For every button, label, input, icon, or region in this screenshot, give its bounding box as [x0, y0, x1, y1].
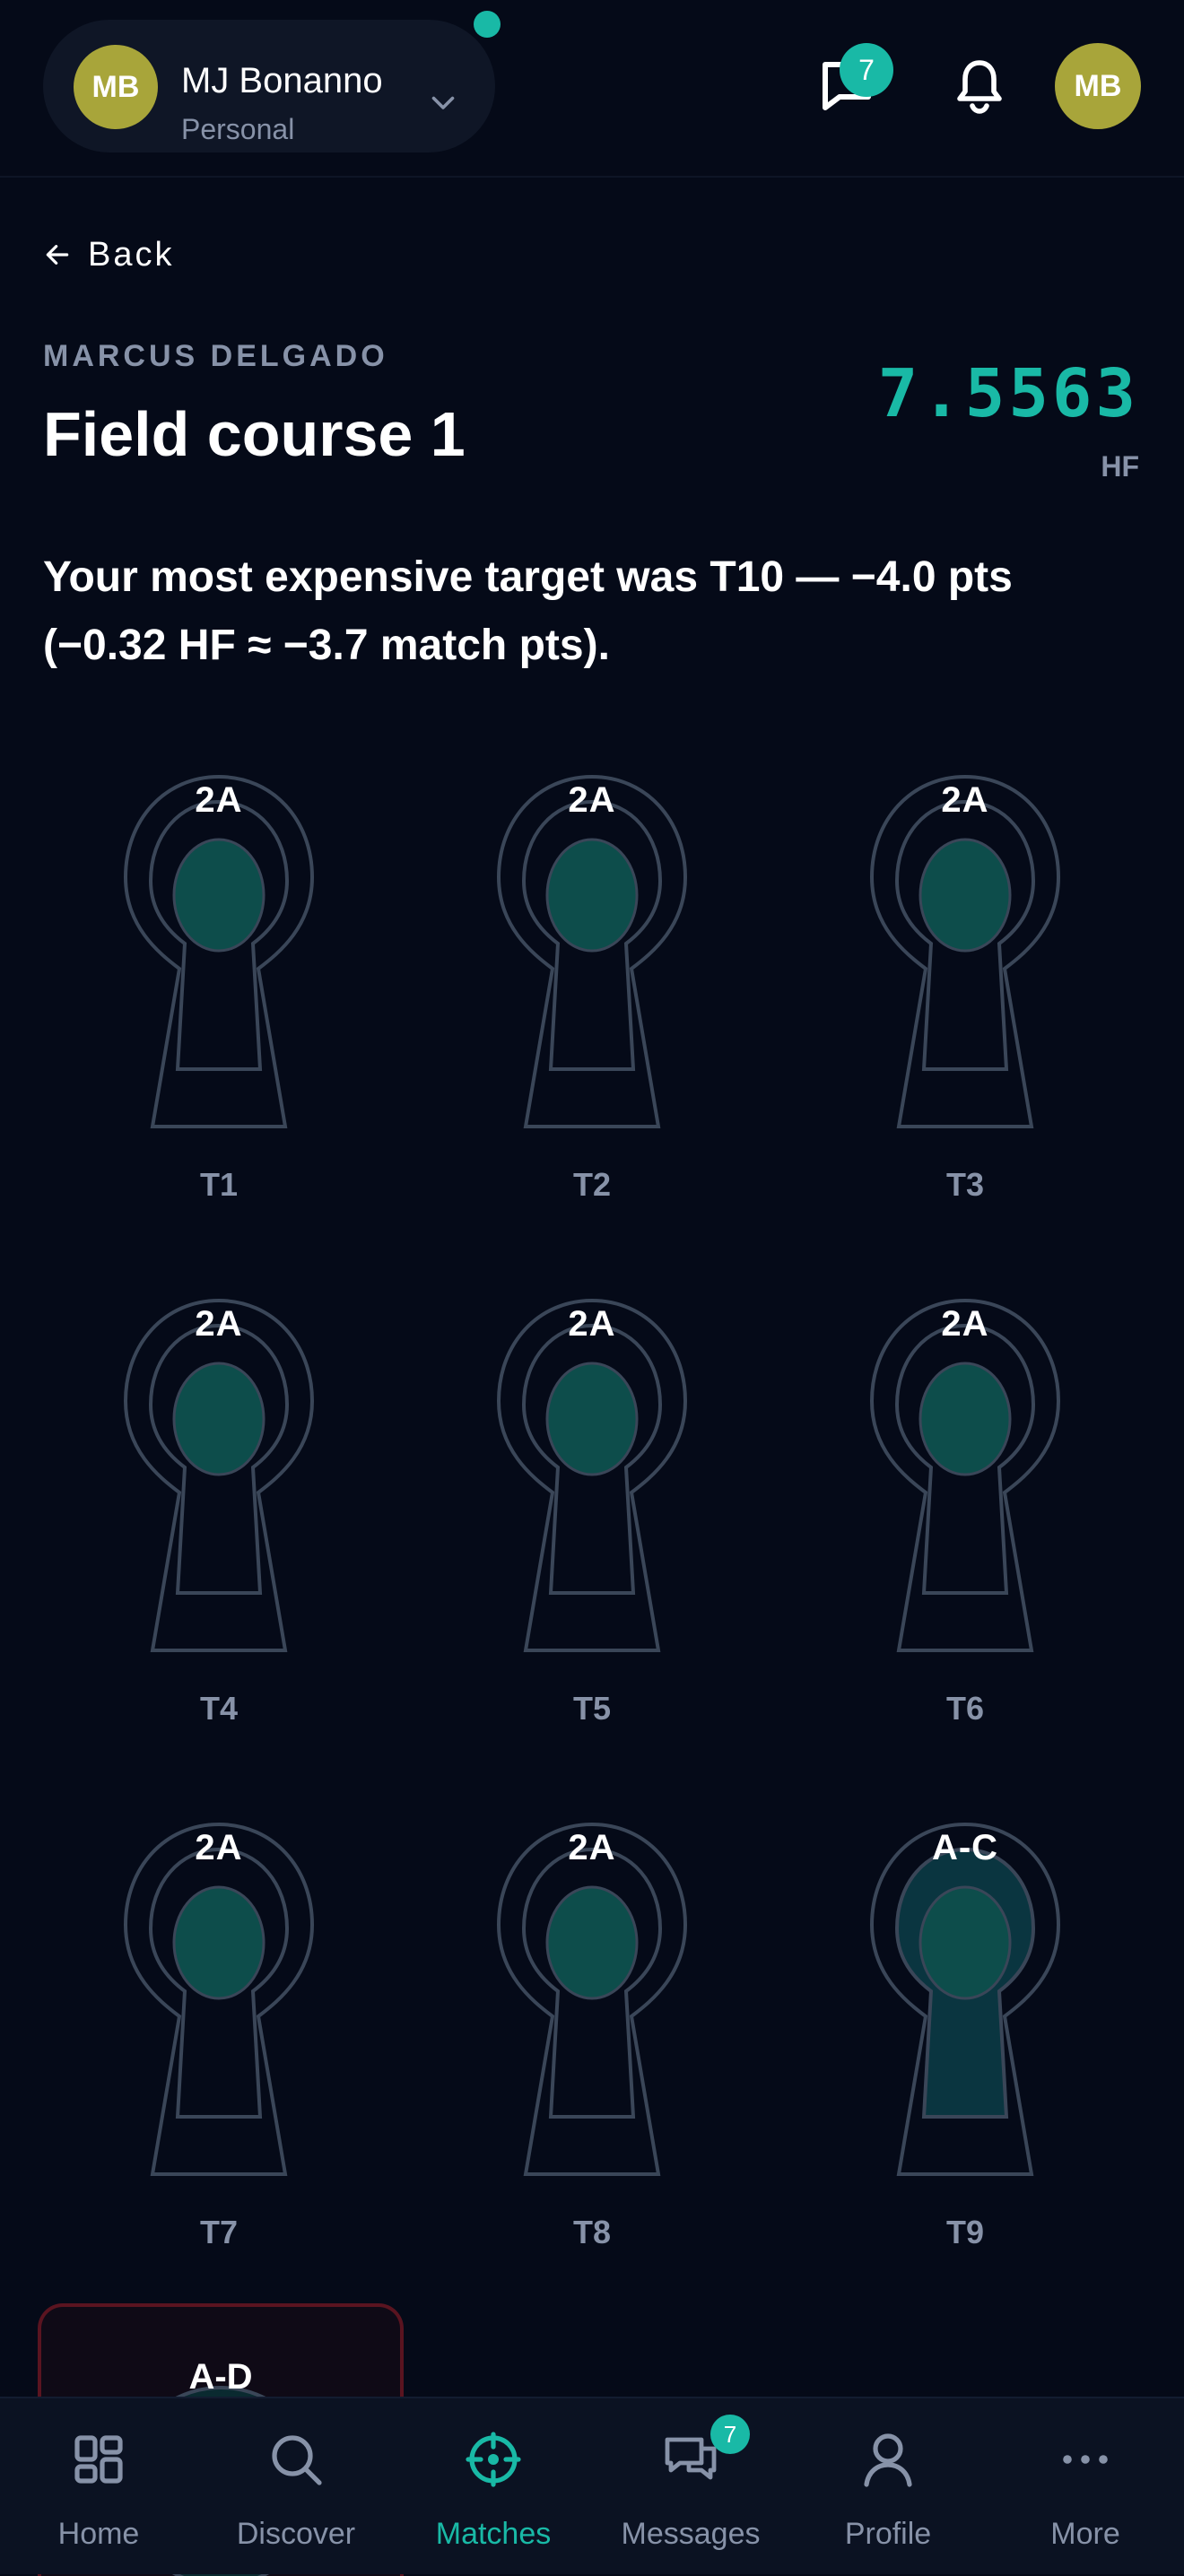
chat-badge: 7 — [840, 43, 893, 97]
nav-label: More — [1050, 2517, 1120, 2551]
target-label: T4 — [199, 1690, 238, 1727]
search-icon — [272, 2435, 322, 2485]
a-zone — [545, 1885, 639, 2000]
target-score: 2A — [941, 1304, 989, 1344]
stage-title: Field course 1 — [43, 399, 466, 469]
nav-more[interactable]: More — [987, 2398, 1184, 2574]
nav-profile[interactable]: Profile — [789, 2398, 987, 2574]
account-type: Personal — [181, 113, 295, 145]
nav-home[interactable]: Home — [0, 2398, 197, 2574]
nav-discover[interactable]: Discover — [197, 2398, 395, 2574]
chevron-down-icon — [431, 96, 455, 109]
target-silhouette — [123, 1822, 315, 2176]
target-card-t5[interactable]: 2A T5 — [457, 1295, 727, 1762]
target-score: 2A — [941, 780, 989, 820]
back-label: Back — [88, 235, 175, 274]
target-silhouette — [869, 774, 1061, 1128]
target-silhouette — [869, 1822, 1061, 2176]
target-silhouette — [496, 1298, 688, 1652]
a-zone — [545, 838, 639, 953]
grid-icon — [74, 2435, 123, 2484]
crosshair-icon — [466, 2432, 521, 2487]
a-zone — [172, 838, 266, 953]
target-silhouette — [869, 1298, 1061, 1652]
a-zone — [172, 1362, 266, 1476]
bottom-nav: Home Discover Matches 7 Messages Profile… — [0, 2397, 1184, 2574]
nav-messages[interactable]: 7 Messages — [592, 2398, 789, 2574]
profile-avatar[interactable]: MB — [1055, 43, 1141, 129]
nav-label: Discover — [236, 2517, 356, 2551]
target-card-t7[interactable]: 2A T7 — [84, 1819, 353, 2285]
target-label: T7 — [199, 2214, 238, 2250]
target-score: 2A — [568, 1828, 616, 1867]
nav-label: Home — [57, 2517, 140, 2551]
target-silhouette — [123, 774, 315, 1128]
target-card-t1[interactable]: 2A T1 — [84, 771, 353, 1238]
arrow-left-icon — [46, 245, 69, 265]
target-card-t8[interactable]: 2A T8 — [457, 1819, 727, 2285]
target-score: A-D — [188, 2357, 253, 2397]
target-card-t9[interactable]: A-C T9 — [831, 1819, 1100, 2285]
target-label: T3 — [945, 1166, 984, 1203]
messages-badge: 7 — [710, 2415, 750, 2454]
nav-label: Messages — [621, 2517, 761, 2551]
target-score: 2A — [568, 1304, 616, 1344]
target-score: 2A — [195, 1304, 243, 1344]
target-silhouette — [496, 1822, 688, 2176]
target-silhouette — [123, 1298, 315, 1652]
back-button[interactable]: Back — [43, 231, 174, 278]
hit-factor-value: 7.5563 — [877, 355, 1139, 432]
target-card-t6[interactable]: 2A T6 — [831, 1295, 1100, 1762]
a-zone — [918, 838, 1012, 953]
account-name: MJ Bonanno — [181, 61, 383, 100]
summary-text: Your most expensive target was T10 — −4.… — [43, 553, 1013, 669]
a-zone — [918, 1885, 1012, 2000]
a-zone — [918, 1362, 1012, 1476]
a-zone — [172, 1885, 266, 2000]
shooter-name: MARCUS DELGADO — [43, 339, 388, 373]
a-zone — [545, 1362, 639, 1476]
top-bar: MB MJ Bonanno Personal 7 MB — [0, 0, 1184, 178]
nav-label: Matches — [435, 2517, 552, 2551]
target-label: T2 — [572, 1166, 611, 1203]
target-label: T6 — [945, 1690, 984, 1727]
target-card-t4[interactable]: 2A T4 — [84, 1295, 353, 1762]
target-card-t2[interactable]: 2A T2 — [457, 771, 727, 1238]
nav-matches[interactable]: Matches — [395, 2398, 592, 2574]
target-label: T5 — [572, 1690, 611, 1727]
hit-factor-label: HF — [1101, 450, 1139, 483]
online-status-dot — [474, 11, 501, 38]
account-switcher[interactable]: MB MJ Bonanno Personal — [43, 20, 495, 152]
target-score: 2A — [195, 780, 243, 820]
target-score: A-C — [931, 1828, 999, 1867]
target-label: T8 — [572, 2214, 611, 2250]
target-score: 2A — [568, 780, 616, 820]
target-score: 2A — [195, 1828, 243, 1867]
target-silhouette — [496, 774, 688, 1128]
target-label: T9 — [945, 2214, 984, 2250]
account-avatar: MB — [74, 45, 158, 129]
nav-label: Profile — [844, 2517, 932, 2551]
person-icon — [864, 2433, 912, 2487]
bell-icon[interactable] — [953, 57, 1006, 115]
target-label: T1 — [199, 1166, 238, 1203]
more-icon — [1063, 2455, 1108, 2464]
target-card-t3[interactable]: 2A T3 — [831, 771, 1100, 1238]
